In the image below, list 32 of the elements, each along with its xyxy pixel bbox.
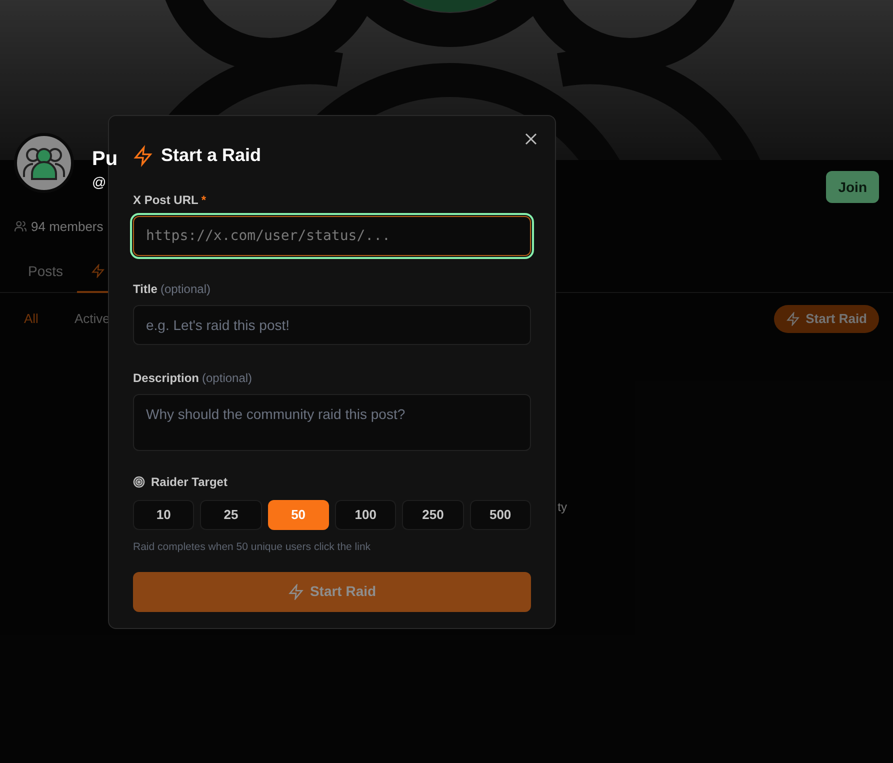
target-option[interactable]: 100 [334,500,396,530]
input-field[interactable]: Why should the community raid this post? [133,394,531,451]
group-icon [23,145,65,181]
target-option[interactable]: 50 [268,500,329,530]
target-option[interactable]: 25 [200,500,262,530]
users-icon [14,220,27,234]
target-icon [133,476,145,488]
field-label: X Post URL * [133,192,208,209]
join-button[interactable]: Join [826,171,879,203]
lightning-icon [133,144,153,166]
field-label: Raider Target [151,474,228,491]
target-option[interactable]: 10 [133,500,194,530]
filter-tab[interactable]: All [14,304,48,332]
member-count: 94 members [31,218,104,236]
input-field[interactable]: e.g. Let's raid this post! [133,305,531,345]
field-label: Title (optional) [133,281,212,298]
input-field[interactable]: https://x.com/user/status/... [133,216,531,256]
tab[interactable]: Posts [14,250,78,292]
dialog-title: Start a Raid [161,144,262,167]
empty-state-text: ty [558,498,567,516]
filter-tab[interactable]: Active [64,304,120,332]
close-icon[interactable] [525,133,537,145]
target-option[interactable]: 250 [402,500,464,530]
lightning-icon [288,584,304,600]
target-option[interactable]: 500 [470,500,531,530]
community-handle: @ [92,172,106,192]
start-raid-button[interactable]: Start Raid [774,304,879,332]
helper-text: Raid completes when 50 unique users click the link [133,540,372,555]
lightning-icon [91,264,106,278]
lightning-icon [786,312,800,326]
community-name: Pu [92,146,118,172]
field-label: Description (optional) [133,370,254,387]
